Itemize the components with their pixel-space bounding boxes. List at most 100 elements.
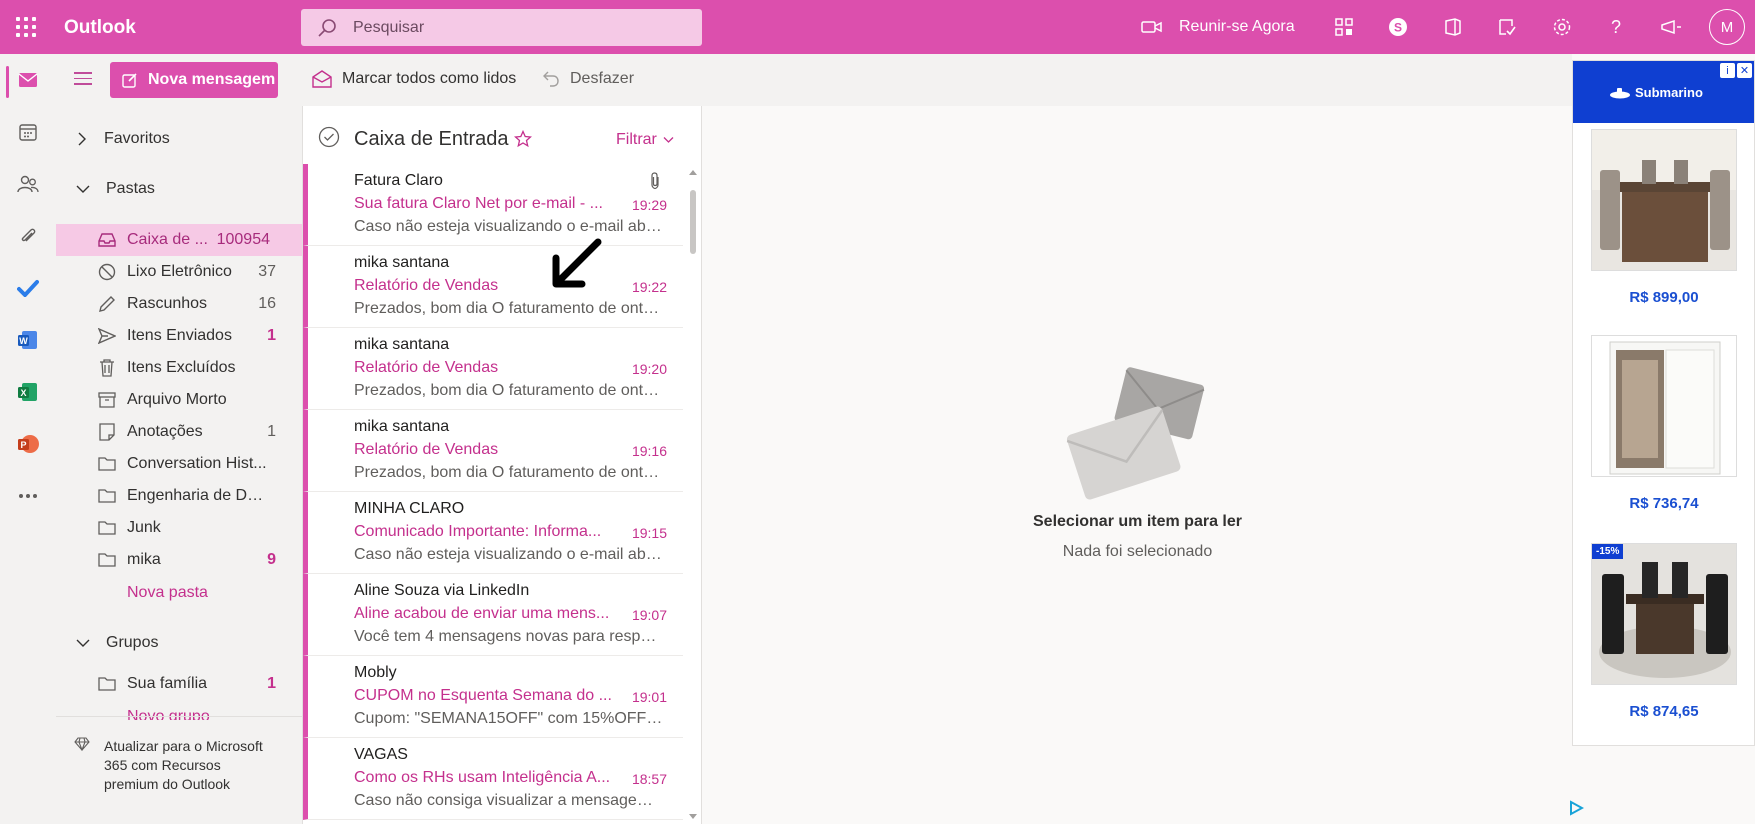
message-preview: Caso não esteja visualizando o e-mail ab… [354,546,664,563]
skype-icon[interactable]: S [1385,14,1411,40]
powerpoint-icon[interactable]: P [14,430,42,458]
folder-name: Arquivo Morto [127,391,227,408]
settings-gear-icon[interactable] [1549,14,1575,40]
undo-button[interactable]: Desfazer [542,70,634,88]
adchoices-icon[interactable] [1568,800,1584,816]
message-item[interactable]: MINHA CLARO Comunicado Importante: Infor… [303,492,683,574]
folder-junk-email[interactable]: Lixo Eletrônico 37 [56,256,302,288]
message-preview: Caso não esteja visualizando o e-mail ab… [354,218,664,235]
people-icon[interactable] [14,170,42,198]
favorite-star-icon[interactable] [514,130,532,148]
trash-icon [98,359,116,377]
folder-pane: Favoritos Pastas Caixa de ... 100954 Lix… [56,106,302,824]
reading-pane-title: Selecionar um item para ler [1033,513,1242,530]
ad-product[interactable]: R$ 736,74 [1591,335,1737,512]
message-subject: Comunicado Importante: Informa... [354,523,602,540]
folder-inbox[interactable]: Caixa de ... 100954 [56,224,302,256]
group-sua-familia[interactable]: Sua família 1 [56,668,302,700]
folder-archive[interactable]: Arquivo Morto [56,384,302,416]
ad-product[interactable]: -15% R$ 874,65 [1591,543,1737,720]
word-icon[interactable]: W [14,326,42,354]
search-icon [318,19,336,37]
folder-sent-items[interactable]: Itens Enviados 1 [56,320,302,352]
folders-section[interactable]: Pastas [76,180,155,198]
app-title[interactable]: Outlook [64,17,136,39]
select-all-check-icon[interactable] [318,126,340,148]
message-item[interactable]: mika santana Relatório de Vendas 19:22 P… [303,246,683,328]
search-box[interactable] [301,9,702,46]
message-sender: VAGAS [354,746,408,763]
groups-section[interactable]: Grupos [76,634,158,652]
scroll-down-arrow-icon[interactable] [689,814,697,819]
meet-now-label: Reunir-se Agora [1179,18,1295,35]
folder-count: 100954 [216,231,270,248]
product-price: R$ 874,65 [1629,703,1699,720]
message-list-scrollbar[interactable] [685,164,701,824]
mark-all-read-button[interactable]: Marcar todos como lidos [312,70,516,88]
folder-deleted-items[interactable]: Itens Excluídos [56,352,302,384]
todo-check-icon[interactable] [14,274,42,302]
folder-name: Caixa de ... [127,231,208,248]
ad-banner[interactable]: Submarino i ✕ R$ 899,00 R$ 736,74 -15% R… [1572,60,1755,746]
feedback-megaphone-icon[interactable] [1658,14,1684,40]
message-item[interactable]: VAGAS Como os RHs usam Inteligência A...… [303,738,683,820]
message-item[interactable]: mika santana Relatório de Vendas 19:20 P… [303,328,683,410]
message-preview: Você tem 4 mensagens novas para respon..… [354,628,664,645]
ad-brand: Submarino [1635,85,1703,100]
folder-icon [98,675,116,693]
folder-conversation-history[interactable]: Conversation Hist... [56,448,302,480]
scroll-up-arrow-icon[interactable] [689,170,697,175]
folder-mika[interactable]: mika 9 [56,544,302,576]
new-message-button[interactable]: Nova mensagem [110,62,278,98]
chevron-down-icon [663,137,674,143]
ad-controls: i ✕ [1720,63,1752,78]
message-preview: Caso não consiga visualizar a mensagem, … [354,792,664,809]
message-time: 19:16 [631,443,667,459]
help-icon[interactable]: ? [1603,14,1629,40]
message-time: 19:29 [631,197,667,213]
folder-count: 1 [267,327,276,344]
folder-icon [98,551,116,569]
diamond-icon [74,737,90,751]
message-subject: CUPOM no Esquenta Semana do ... [354,687,612,704]
new-folder-link[interactable]: Nova pasta [127,584,208,602]
search-input[interactable] [353,9,683,46]
more-apps-icon[interactable] [14,482,42,510]
folder-engenharia[interactable]: Engenharia de Da... [56,480,302,512]
folder-drafts[interactable]: Rascunhos 16 [56,288,302,320]
folder-name: Engenharia de Da... [127,487,267,504]
folder-notes[interactable]: Anotações 1 [56,416,302,448]
folder-name: Conversation Hist... [127,455,267,472]
ad-product[interactable]: R$ 899,00 [1591,129,1737,306]
message-item[interactable]: mika santana Relatório de Vendas 19:16 P… [303,410,683,492]
message-item[interactable]: Aline Souza via LinkedIn Aline acabou de… [303,574,683,656]
scrollbar-thumb[interactable] [690,190,696,254]
groups-label: Grupos [106,634,159,651]
attachment-icon[interactable] [14,222,42,250]
office-icon[interactable] [1440,14,1466,40]
filter-button[interactable]: Filtrar [616,131,674,149]
folder-icon [98,487,116,505]
folder-junk[interactable]: Junk [56,512,302,544]
meet-now-button[interactable]: Reunir-se Agora [1141,15,1295,39]
calendar-icon[interactable] [14,118,42,146]
tasks-icon[interactable] [1494,14,1520,40]
hamburger-menu-icon[interactable] [74,72,92,89]
mail-icon[interactable] [14,66,42,94]
excel-icon[interactable]: X [14,378,42,406]
product-price: R$ 736,74 [1629,495,1699,512]
ad-info-icon[interactable]: i [1720,63,1735,78]
upgrade-text: Atualizar para o Microsoft 365 com Recur… [104,738,263,792]
upgrade-banner[interactable]: Atualizar para o Microsoft 365 com Recur… [56,716,302,824]
favorites-section[interactable]: Favoritos [76,130,170,148]
app-launcher-icon[interactable] [16,17,36,37]
folder-icon [98,455,116,473]
folders-label: Pastas [106,180,155,197]
message-item[interactable]: Mobly CUPOM no Esquenta Semana do ... 19… [303,656,683,738]
avatar[interactable]: M [1709,9,1745,45]
message-item[interactable]: Fatura Claro Sua fatura Claro Net por e-… [303,164,683,246]
ad-close-icon[interactable]: ✕ [1737,63,1752,78]
message-sender: mika santana [354,418,450,435]
apps-grid-icon[interactable] [1331,14,1357,40]
message-time: 18:57 [631,771,667,787]
